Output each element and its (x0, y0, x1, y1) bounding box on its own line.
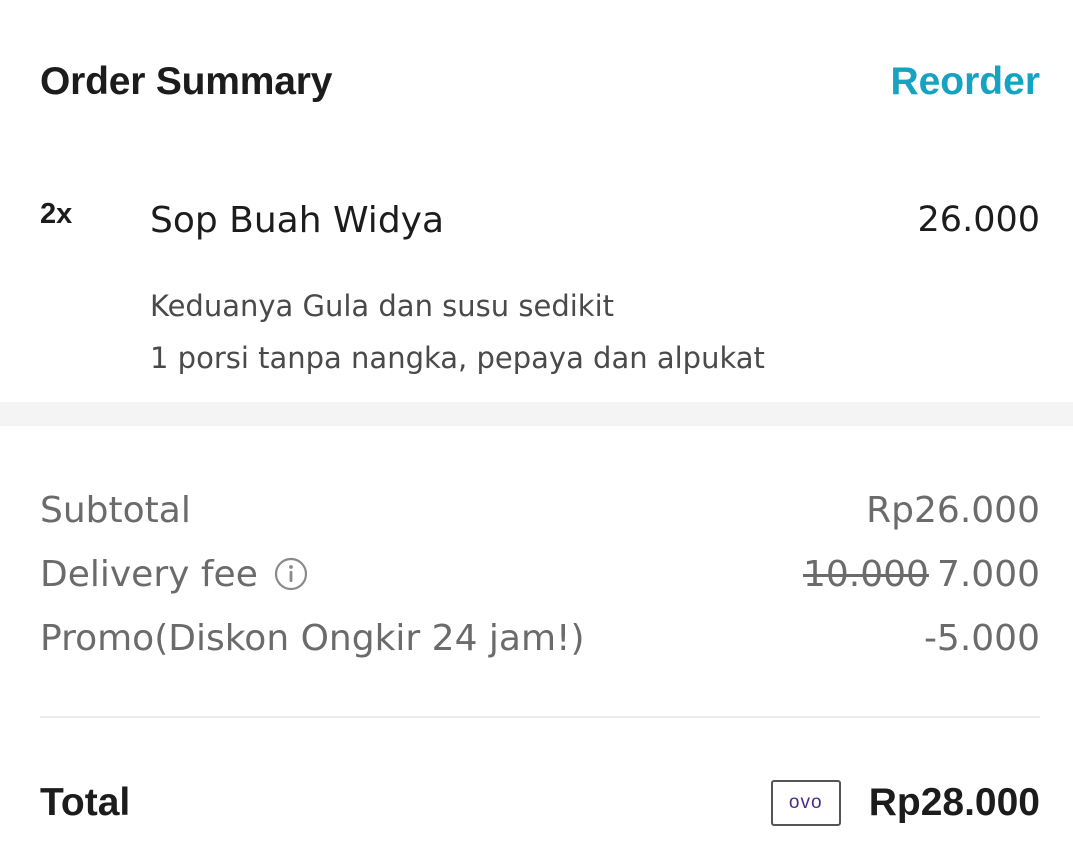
promo-label: Promo(Diskon Ongkir 24 jam!) (40, 617, 585, 659)
ovo-payment-badge: ovo (770, 780, 841, 826)
section-divider (0, 402, 1073, 426)
subtotal-label: Subtotal (40, 489, 191, 531)
item-note: Keduanya Gula dan susu sedikit (150, 289, 615, 323)
total-value: Rp28.000 (868, 781, 1040, 824)
item-notes: Keduanya Gula dan susu sedikit 1 porsi t… (150, 280, 765, 384)
delivery-fee-value-group: 10.000 7.000 (803, 554, 1040, 595)
delivery-fee-row: Delivery fee 10.000 7.000 (40, 542, 1040, 606)
order-summary-header: Order Summary Reorder (40, 52, 1040, 112)
summary-divider (40, 716, 1040, 718)
delivery-fee-label: Delivery fee (40, 553, 258, 595)
delivery-fee-value: 7.000 (936, 553, 1040, 595)
page-title: Order Summary (40, 60, 333, 103)
reorder-button[interactable]: Reorder (890, 60, 1040, 104)
total-row: Total ovo Rp28.000 (40, 772, 1040, 834)
total-right: ovo Rp28.000 (770, 780, 1040, 826)
item-price: 26.000 (917, 200, 1040, 240)
order-item: 2x Sop Buah Widya 26.000 (40, 190, 1040, 250)
item-name: Sop Buah Widya (150, 199, 445, 241)
item-quantity: 2x (40, 198, 73, 230)
total-label: Total (40, 781, 131, 824)
subtotal-value: Rp26.000 (866, 489, 1040, 531)
info-icon[interactable] (274, 557, 308, 591)
subtotal-row: Subtotal Rp26.000 (40, 478, 1040, 542)
promo-row: Promo(Diskon Ongkir 24 jam!) -5.000 (40, 606, 1040, 670)
price-summary: Subtotal Rp26.000 Delivery fee 10.000 7.0… (40, 478, 1040, 670)
item-note: 1 porsi tanpa nangka, pepaya dan alpukat (150, 341, 765, 375)
promo-value: -5.000 (923, 617, 1040, 659)
delivery-fee-label-group: Delivery fee (40, 554, 308, 595)
delivery-fee-original: 10.000 (802, 553, 929, 595)
